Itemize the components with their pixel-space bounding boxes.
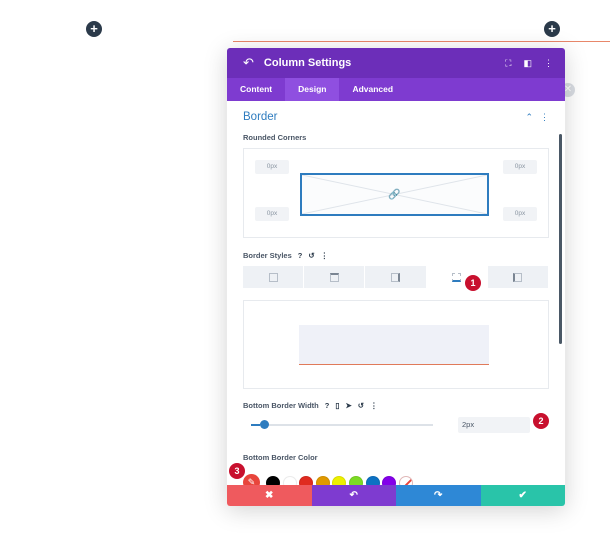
expand-icon[interactable]: ⛶ [505, 58, 511, 69]
corner-bottom-left-input[interactable]: 0px [255, 207, 289, 221]
corner-top-right-input[interactable]: 0px [503, 160, 537, 174]
border-all-icon [268, 272, 278, 282]
slider-fill [251, 424, 261, 426]
border-top-button[interactable] [304, 266, 365, 288]
chevron-up-icon[interactable]: ⌃ [525, 112, 533, 123]
reset-icon[interactable]: ↺ [308, 251, 314, 260]
tab-design[interactable]: Design [285, 78, 340, 101]
modal-header: ↶ Column Settings ⛶ ◧ ⋮ [227, 48, 565, 78]
bottom-border-color-label: Bottom Border Color [243, 453, 318, 462]
back-arrow-icon[interactable]: ↶ [243, 55, 254, 71]
undo-button[interactable]: ↶ [311, 485, 396, 506]
bottom-border-width-label: Bottom Border Width ? ▯ ➤ ↺ ⋮ [243, 401, 549, 410]
reset-icon[interactable]: ↺ [358, 401, 364, 410]
border-all-button[interactable] [243, 266, 304, 288]
bottom-border-width-text: Bottom Border Width [243, 401, 319, 410]
help-icon[interactable]: ? [298, 251, 303, 260]
more-icon[interactable]: ⋮ [540, 112, 549, 123]
border-section-header[interactable]: Border ⌃ ⋮ [243, 101, 549, 133]
border-right-icon [391, 272, 400, 282]
border-preview-shape [299, 325, 489, 365]
border-right-button[interactable] [365, 266, 426, 288]
tab-advanced[interactable]: Advanced [339, 78, 406, 101]
border-styles-label: Border Styles ? ↺ ⋮ [243, 251, 549, 260]
border-styles-text: Border Styles [243, 251, 292, 260]
save-button[interactable]: ✔ [480, 485, 565, 506]
add-module-button[interactable]: + [544, 21, 560, 37]
link-icon[interactable]: 🔗 [388, 189, 400, 200]
settings-body: Border ⌃ ⋮ Rounded Corners 0px 0px 0px 0… [227, 101, 565, 491]
rounded-corners-control: 0px 0px 0px 0px 🔗 [243, 148, 549, 238]
scrollbar[interactable] [559, 134, 562, 344]
border-preview [243, 300, 549, 389]
border-left-icon [513, 272, 523, 282]
rounded-corners-label: Rounded Corners [243, 133, 307, 142]
more-icon[interactable]: ⋮ [321, 251, 329, 260]
more-icon[interactable]: ⋮ [370, 401, 378, 410]
help-icon[interactable]: ? [325, 401, 330, 410]
hover-cursor-icon[interactable]: ➤ [346, 401, 352, 410]
row-divider [233, 41, 610, 42]
width-slider[interactable] [251, 420, 433, 429]
settings-tabs: Content Design Advanced [227, 78, 565, 101]
add-row-button[interactable]: + [86, 21, 102, 37]
modal-title: Column Settings [263, 57, 352, 69]
mobile-icon[interactable]: ▯ [335, 401, 339, 410]
step-marker-3: 3 [229, 463, 245, 479]
corner-preview: 🔗 [300, 173, 489, 216]
slider-handle[interactable] [259, 420, 269, 429]
border-top-icon [329, 272, 339, 282]
step-marker-2: 2 [533, 413, 549, 429]
corner-bottom-right-input[interactable]: 0px [503, 207, 537, 221]
cancel-button[interactable]: ✖ [227, 485, 312, 506]
split-view-icon[interactable]: ◧ [523, 58, 532, 69]
width-value-input[interactable]: 2px [458, 417, 530, 433]
more-icon[interactable]: ⋮ [544, 58, 553, 69]
column-settings-modal: ↶ Column Settings ⛶ ◧ ⋮ Content Design A… [227, 48, 565, 506]
step-marker-1: 1 [465, 275, 481, 291]
section-title: Border [243, 111, 278, 123]
redo-button[interactable]: ↷ [396, 485, 481, 506]
builder-canvas: + + ✕ ↶ Column Settings ⛶ ◧ ⋮ Content De… [0, 0, 610, 541]
border-bottom-icon [452, 272, 462, 282]
corner-top-left-input[interactable]: 0px [255, 160, 289, 174]
border-style-selector [243, 266, 549, 288]
modal-footer: ✖ ↶ ↷ ✔ [227, 485, 565, 506]
border-left-button[interactable] [487, 266, 549, 288]
tab-content[interactable]: Content [227, 78, 285, 101]
bottom-border-width-control: 2px [243, 417, 549, 433]
